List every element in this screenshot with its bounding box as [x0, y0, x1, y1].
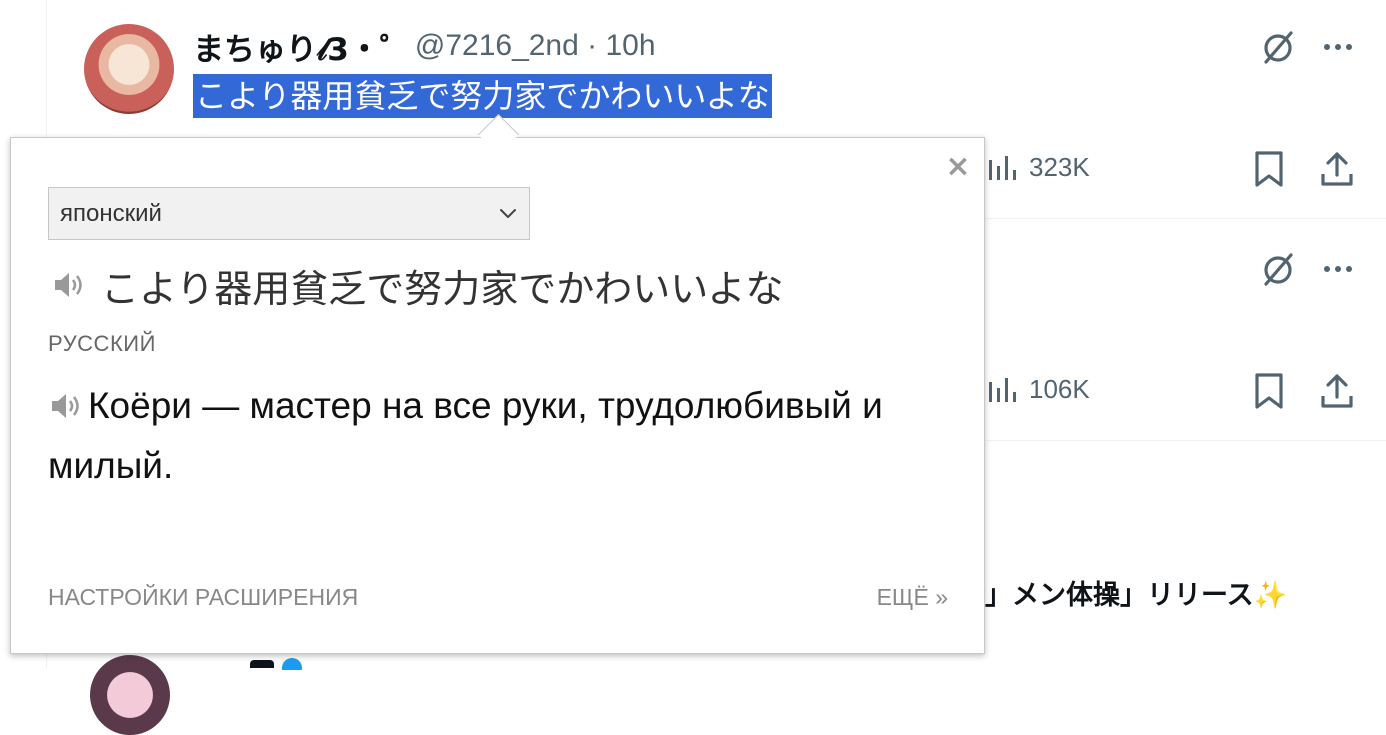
share-icon[interactable] [1320, 372, 1354, 410]
tweet-header: まちゅり𝓁3・゜ @7216_2nd · 10h [193, 24, 656, 68]
close-icon[interactable]: × [945, 152, 971, 182]
translation-line: Коёри — мастер на все руки, трудолюбивый… [48, 376, 958, 496]
trend-text[interactable]: 」メン体操」リリース✨ [985, 576, 1287, 616]
source-language-select[interactable]: японский [48, 187, 530, 240]
source-line: こより器用貧乏で努力家でかわいいよな [51, 260, 784, 311]
bookmark-icon[interactable] [1252, 372, 1286, 410]
bookmark-icon[interactable] [1252, 150, 1286, 188]
translation-popup: × японский こより器用貧乏で努力家でかわいいよな РУССКИЙ Ко… [10, 137, 985, 654]
author-name-partial [250, 660, 274, 668]
more-icon[interactable] [1318, 27, 1358, 67]
chevron-down-icon [500, 209, 516, 218]
translation-text: Коёри — мастер на все руки, трудолюбивый… [48, 385, 883, 486]
speaker-icon[interactable] [51, 270, 87, 300]
speaker-icon[interactable] [48, 391, 84, 421]
avatar[interactable] [90, 655, 170, 735]
author-handle-time[interactable]: @7216_2nd · 10h [415, 29, 656, 63]
views-label: 323K [1029, 151, 1090, 182]
source-language-value: японский [60, 199, 162, 227]
tweet-divider [985, 218, 1386, 219]
avatar[interactable] [84, 24, 174, 114]
extension-settings-link[interactable]: НАСТРОЙКИ РАСШИРЕНИЯ [48, 584, 358, 611]
target-language-label: РУССКИЙ [48, 331, 156, 356]
author-name[interactable]: まちゅり𝓁3・゜ [193, 24, 411, 69]
grok-icon[interactable] [1258, 249, 1298, 289]
more-icon[interactable] [1318, 249, 1358, 289]
tweet-divider [985, 440, 1386, 441]
source-text: こより器用貧乏で努力家でかわいいよな [101, 266, 784, 311]
verified-badge-icon [282, 658, 302, 670]
tweet-text[interactable]: こより器用貧乏で努力家でかわいいよな [193, 74, 772, 118]
share-icon[interactable] [1320, 150, 1354, 188]
views-count[interactable]: 106K [985, 372, 1090, 406]
views-label: 106K [1029, 373, 1090, 404]
grok-icon[interactable] [1258, 27, 1298, 67]
views-icon [989, 156, 1016, 180]
more-link[interactable]: ЕЩЁ » [877, 584, 948, 611]
views-count[interactable]: 323K [985, 150, 1090, 184]
views-icon [989, 378, 1016, 402]
